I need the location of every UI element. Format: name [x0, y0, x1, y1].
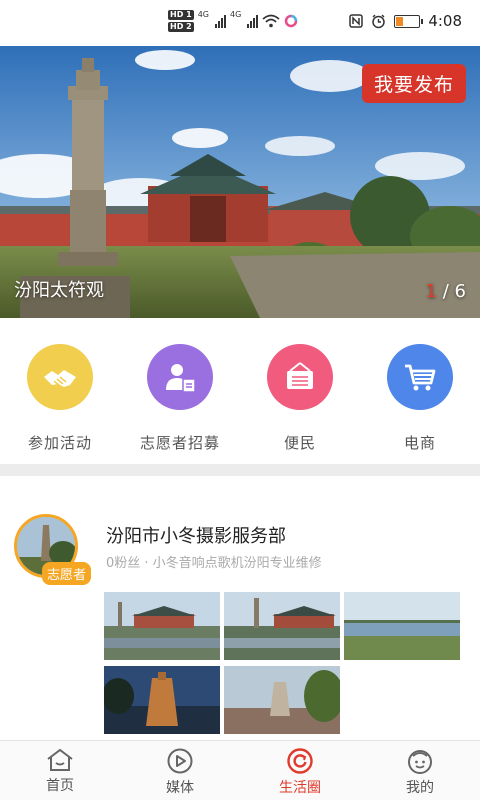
alarm-icon	[372, 14, 386, 28]
quick-item-activities[interactable]: 参加活动	[0, 344, 120, 462]
battery-icon	[394, 14, 424, 28]
post-photo-2[interactable]	[224, 592, 340, 660]
tab-label-profile: 我的	[406, 780, 434, 796]
hd1-indicator: HD 1	[168, 10, 194, 20]
app-root: HD 1 HD 2 4G 4G 4:08 我要发布 汾阳太符观 1 / 6 参加…	[0, 0, 480, 800]
volunteer-icon	[147, 344, 213, 410]
banner-pager: 1 / 6	[426, 281, 466, 302]
colorful-app-icon	[285, 14, 298, 28]
tab-label-media: 媒体	[166, 780, 194, 796]
life-circle-icon	[287, 748, 313, 774]
quick-label-volunteer: 志愿者招募	[139, 434, 220, 452]
wifi-icon	[262, 14, 280, 28]
status-time: 4:08	[428, 12, 462, 30]
tab-label-home: 首页	[46, 778, 74, 794]
hd-indicators: HD 1 HD 2	[168, 10, 194, 32]
handshake-icon	[27, 344, 93, 410]
banner-page-current: 1	[425, 281, 438, 302]
nfc-icon	[349, 14, 364, 28]
post-photo-4[interactable]	[104, 666, 220, 734]
publish-button[interactable]: 我要发布	[361, 64, 466, 103]
banner-caption: 汾阳太符观	[14, 280, 104, 301]
tab-media[interactable]: 媒体	[120, 741, 240, 800]
profile-icon	[408, 750, 432, 774]
quick-item-convenience[interactable]: 便民	[240, 344, 360, 462]
cart-icon	[387, 344, 453, 410]
tab-home[interactable]: 首页	[0, 741, 120, 800]
hd2-indicator: HD 2	[168, 22, 194, 32]
volunteer-badge: 志愿者	[42, 562, 92, 585]
post-photo-3[interactable]	[344, 592, 460, 660]
post-meta: 0粉丝 · 小冬音响点歌机汾阳专业维修	[106, 556, 322, 571]
post-photo-5[interactable]	[224, 666, 340, 734]
home-icon	[47, 748, 73, 771]
quick-label-convenience: 便民	[283, 434, 316, 452]
section-divider	[0, 464, 480, 476]
status-right: 4:08	[349, 12, 462, 30]
banner-carousel[interactable]: 我要发布 汾阳太符观 1 / 6	[0, 46, 480, 318]
banner-page-total: / 6	[442, 281, 466, 302]
quick-menu: 参加活动 志愿者招募 便民 电商	[0, 318, 480, 462]
post-author-name[interactable]: 汾阳市小冬摄影服务部	[106, 522, 286, 548]
quick-item-volunteer[interactable]: 志愿者招募	[120, 344, 240, 462]
sig1-label: 4G	[197, 10, 209, 19]
status-bar: HD 1 HD 2 4G 4G 4:08	[0, 0, 480, 46]
quick-item-ecommerce[interactable]: 电商	[360, 344, 480, 462]
signal-icon	[214, 14, 226, 28]
quick-label-activities: 参加活动	[27, 434, 92, 452]
tab-life-circle[interactable]: 生活圈	[240, 741, 360, 800]
sig2-label: 4G	[229, 10, 242, 19]
shop-sign-icon	[267, 344, 333, 410]
tab-profile[interactable]: 我的	[360, 741, 480, 800]
status-left: HD 1 HD 2 4G 4G	[168, 10, 298, 32]
signal-icon-2	[247, 14, 259, 28]
tab-label-life-circle: 生活圈	[279, 780, 321, 796]
post-photo-1[interactable]	[104, 592, 220, 660]
bottom-tab-bar: 首页 媒体 生活圈 我的	[0, 740, 480, 800]
quick-label-ecommerce: 电商	[403, 434, 436, 452]
play-icon	[167, 748, 193, 774]
post-card[interactable]: 志愿者 汾阳市小冬摄影服务部 0粉丝 · 小冬音响点歌机汾阳专业维修	[0, 476, 480, 740]
